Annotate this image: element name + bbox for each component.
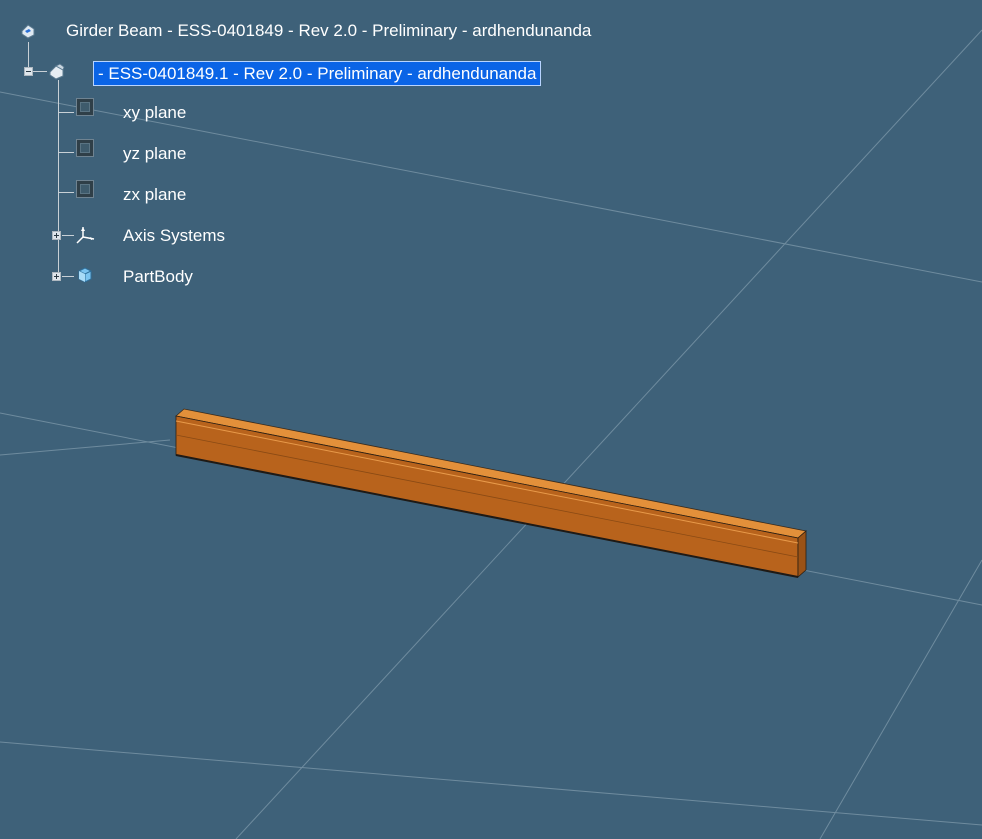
3d-viewport[interactable]: Girder Beam - ESS-0401849 - Rev 2.0 - Pr…: [0, 0, 982, 839]
tree-item-xy-plane[interactable]: xy plane: [123, 103, 186, 123]
plane-icon[interactable]: [76, 98, 94, 116]
3d-scene[interactable]: [0, 0, 982, 839]
tree-connector: [33, 71, 47, 72]
girder-beam[interactable]: [175, 408, 807, 578]
tree-connector: [58, 192, 74, 193]
tree-part-label-selected[interactable]: - ESS-0401849.1 - Rev 2.0 - Preliminary …: [92, 61, 542, 86]
grid-line: [0, 439, 171, 456]
tree-connector: [62, 276, 74, 277]
axis-system-icon[interactable]: [74, 225, 96, 245]
beam-edge-line: [175, 434, 799, 558]
tree-connector: [28, 42, 29, 68]
part-body-icon[interactable]: [75, 265, 95, 285]
tree-connector: [58, 80, 59, 276]
tree-item-partbody[interactable]: PartBody: [123, 267, 193, 287]
tree-item-zx-plane[interactable]: zx plane: [123, 185, 186, 205]
product-icon[interactable]: [19, 22, 37, 40]
expand-toggle[interactable]: [52, 231, 61, 240]
beam-front-face: [175, 415, 799, 578]
beam-edge-highlight: [175, 420, 799, 544]
tree-item-yz-plane[interactable]: yz plane: [123, 144, 186, 164]
grid-line: [0, 741, 982, 826]
tree-root-label[interactable]: Girder Beam - ESS-0401849 - Rev 2.0 - Pr…: [66, 21, 591, 41]
grid-line: [819, 559, 982, 839]
plane-icon[interactable]: [76, 139, 94, 157]
grid-line: [235, 29, 982, 839]
tree-connector: [62, 235, 74, 236]
tree-item-axis-systems[interactable]: Axis Systems: [123, 226, 225, 246]
part-icon[interactable]: [47, 62, 67, 80]
expand-toggle[interactable]: [52, 272, 61, 281]
beam-end-face: [797, 530, 807, 578]
tree-connector: [58, 152, 74, 153]
plane-icon[interactable]: [76, 180, 94, 198]
collapse-toggle[interactable]: [24, 67, 33, 76]
tree-connector: [58, 112, 74, 113]
